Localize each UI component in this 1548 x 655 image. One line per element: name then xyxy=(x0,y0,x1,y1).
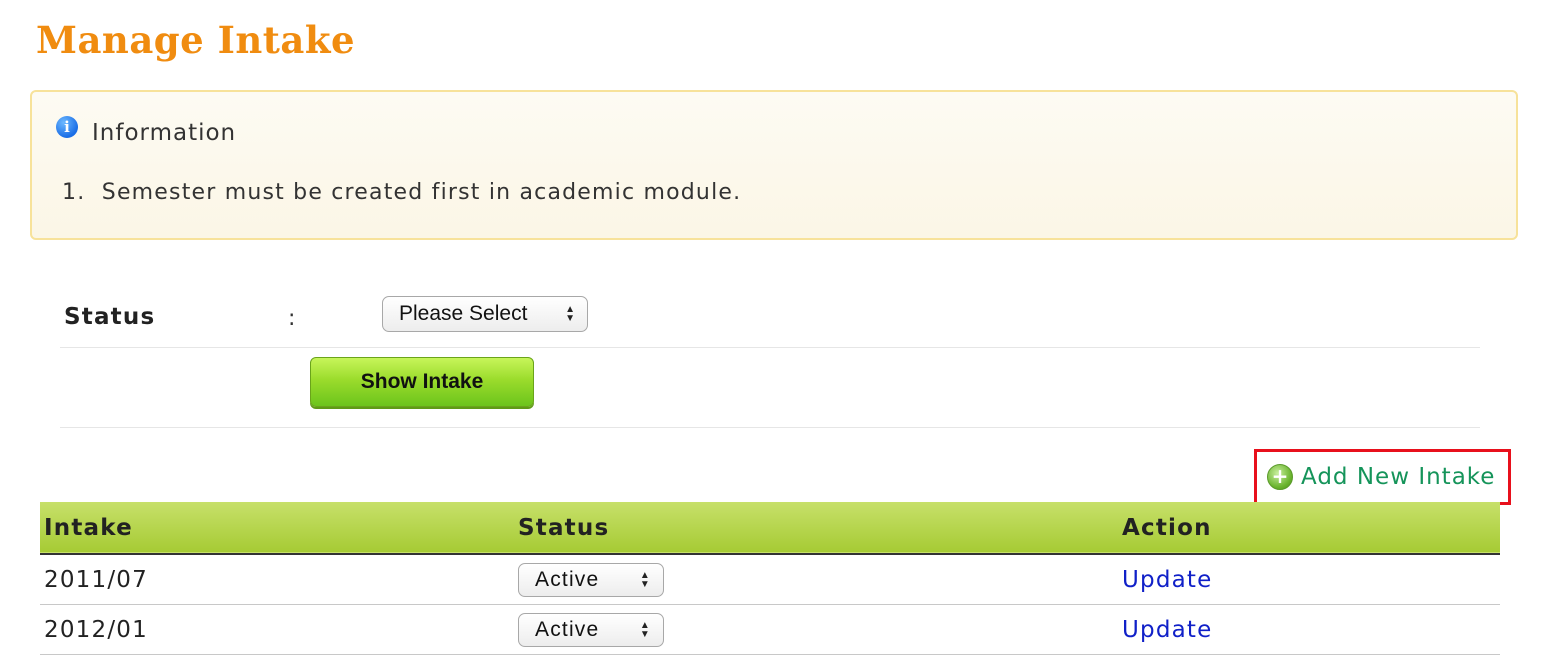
information-heading: Information xyxy=(92,120,237,146)
status-filter-label: Status xyxy=(64,304,156,330)
status-filter-row: Status : Please Select ▲ ▼ xyxy=(60,290,1480,348)
add-circle-icon: + xyxy=(1267,464,1293,490)
status-filter-select[interactable]: Please Select ▲ ▼ xyxy=(382,296,588,332)
label-separator: : xyxy=(288,306,296,331)
table-row: 2011/07 Active ▲ ▼ Update xyxy=(40,554,1500,605)
column-header-action: Action xyxy=(1122,514,1212,541)
select-arrows-icon: ▲ ▼ xyxy=(565,304,575,324)
column-header-status: Status xyxy=(518,514,610,541)
intake-cell: 2011/07 xyxy=(40,554,514,605)
column-header-intake: Intake xyxy=(44,514,133,541)
information-panel: i Information 1. Semester must be create… xyxy=(30,90,1518,240)
page-title: Manage Intake xyxy=(36,18,356,62)
intake-table: Intake Status Action 2011/07 Active ▲ ▼ U… xyxy=(40,502,1500,655)
row-status-select[interactable]: Active ▲ ▼ xyxy=(518,562,664,597)
status-cell: Active ▲ ▼ xyxy=(514,554,1118,605)
table-row: 2012/01 Active ▲ ▼ Update xyxy=(40,604,1500,655)
add-new-intake-label: Add New Intake xyxy=(1301,464,1496,490)
filter-action-row: Show Intake xyxy=(60,347,1480,428)
action-cell: Update xyxy=(1118,554,1500,605)
update-link[interactable]: Update xyxy=(1122,567,1213,593)
info-icon: i xyxy=(56,116,78,138)
add-new-intake-link[interactable]: + Add New Intake xyxy=(1254,449,1511,505)
row-status-select[interactable]: Active ▲ ▼ xyxy=(518,612,664,647)
row-status-select-value: Active xyxy=(535,567,600,591)
row-status-select-value: Active xyxy=(535,617,600,641)
select-arrows-icon: ▲ ▼ xyxy=(639,619,651,640)
intake-cell: 2012/01 xyxy=(40,604,514,655)
select-arrows-icon: ▲ ▼ xyxy=(639,569,651,590)
update-link[interactable]: Update xyxy=(1122,617,1213,643)
status-filter-select-value: Please Select xyxy=(399,302,528,325)
show-intake-button[interactable]: Show Intake xyxy=(310,357,534,407)
information-item: 1. Semester must be created first in aca… xyxy=(62,180,742,205)
table-header-row: Intake Status Action xyxy=(40,502,1500,554)
status-cell: Active ▲ ▼ xyxy=(514,604,1118,655)
action-cell: Update xyxy=(1118,604,1500,655)
